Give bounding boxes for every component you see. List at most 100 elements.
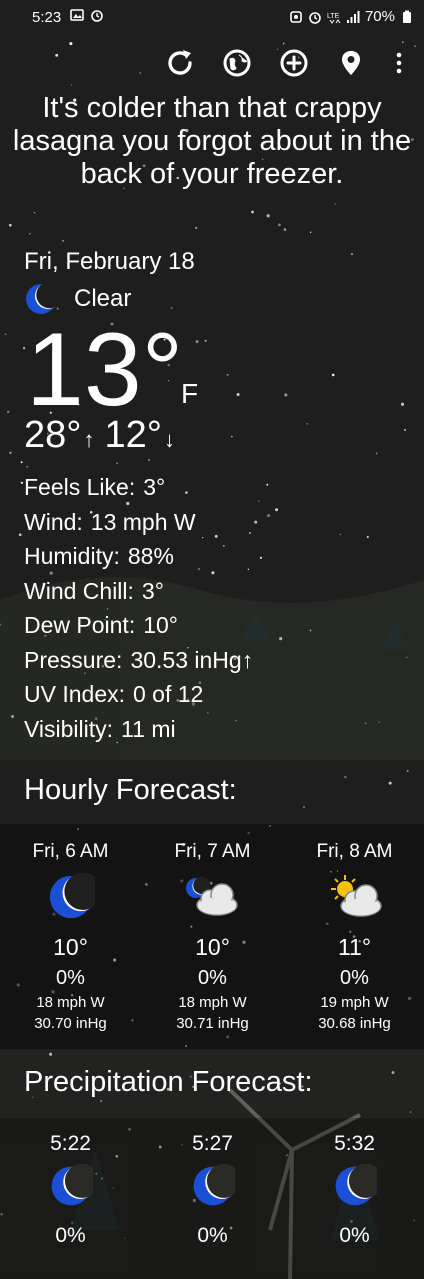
detail-wind: Wind: 13 mph W bbox=[24, 505, 253, 540]
current-temperature: 13° bbox=[26, 312, 184, 428]
detail-label: Humidity: bbox=[24, 543, 120, 569]
moon-icon bbox=[26, 282, 58, 314]
precip-time: 5:32 bbox=[334, 1132, 375, 1155]
moon-icon bbox=[51, 1164, 93, 1206]
star bbox=[309, 231, 312, 233]
detail-pressure: Pressure: 30.53 inHg↑ bbox=[24, 643, 253, 678]
precip-item[interactable]: 5:22 0% bbox=[0, 1118, 141, 1248]
precip-chance: 0% bbox=[55, 1224, 86, 1247]
star bbox=[266, 483, 269, 486]
hourly-forecast-list[interactable]: Fri, 6 AM 10° 0% 18 mph W 30.70 inHg Fri… bbox=[0, 824, 424, 1049]
detail-value: 3° bbox=[143, 474, 166, 500]
precip-item[interactable]: 5:32 0% bbox=[284, 1118, 424, 1248]
detail-value: 88% bbox=[127, 543, 174, 569]
detail-dew-point: Dew Point: 10° bbox=[24, 608, 253, 643]
star bbox=[195, 340, 199, 344]
high-arrow: ↑ bbox=[83, 427, 95, 452]
star bbox=[20, 481, 24, 484]
star bbox=[366, 535, 369, 539]
star bbox=[29, 233, 31, 235]
overflow-menu-button[interactable] bbox=[382, 44, 416, 82]
precip-item[interactable]: 5:27 0% bbox=[142, 1118, 283, 1248]
star bbox=[251, 210, 254, 214]
hourly-time: Fri, 7 AM bbox=[174, 841, 251, 862]
battery-percent: 70% bbox=[364, 8, 395, 25]
detail-label: Visibility: bbox=[24, 715, 114, 742]
add-location-button[interactable] bbox=[275, 44, 313, 82]
precip-chance: 0% bbox=[197, 1224, 228, 1247]
star bbox=[26, 465, 29, 468]
detail-label: Wind Chill: bbox=[24, 577, 134, 604]
moon-icon bbox=[193, 1164, 235, 1206]
star bbox=[375, 452, 378, 455]
gallery-notification-icon bbox=[70, 9, 84, 21]
star bbox=[116, 462, 119, 465]
temperature-unit: F bbox=[181, 378, 199, 409]
detail-humidity: Humidity: 88% bbox=[24, 539, 253, 574]
lte-icon: LTE bbox=[327, 13, 341, 24]
weather-headline: It's colder than that crappy lasagna you… bbox=[12, 92, 412, 190]
star bbox=[18, 533, 22, 537]
add-circle-icon bbox=[280, 49, 308, 77]
hourly-item[interactable]: Fri, 7 AM 10° 0% 18 mph W 30.71 inHg bbox=[142, 824, 283, 1032]
precipitation-forecast-list[interactable]: 5:22 0% 5:27 0% 5:32 0% bbox=[0, 1118, 424, 1279]
star bbox=[8, 223, 12, 227]
refresh-icon bbox=[168, 50, 192, 75]
refresh-button[interactable] bbox=[161, 44, 199, 82]
low-temp: 12° bbox=[104, 414, 162, 456]
hourly-precip: 0% bbox=[56, 967, 85, 989]
detail-value: 10° bbox=[143, 612, 178, 638]
star bbox=[4, 333, 7, 336]
star bbox=[344, 775, 347, 779]
map-button[interactable] bbox=[218, 44, 256, 82]
detail-visibility: Visibility: 11 mi bbox=[24, 712, 253, 747]
toolbar bbox=[160, 44, 424, 84]
star bbox=[283, 228, 287, 231]
star bbox=[236, 393, 240, 396]
precipitation-forecast-title: Precipitation Forecast: bbox=[24, 1066, 313, 1098]
detail-value: 13 mph W bbox=[90, 508, 196, 535]
star bbox=[266, 214, 270, 218]
star bbox=[6, 410, 10, 414]
svg-text:LTE: LTE bbox=[327, 13, 340, 20]
detail-label: Pressure: bbox=[24, 646, 123, 673]
detail-uv-index: UV Index: 0 of 12 bbox=[24, 677, 253, 712]
detail-label: Feels Like: bbox=[24, 474, 136, 500]
star bbox=[278, 223, 281, 227]
moon-icon bbox=[49, 873, 95, 919]
precip-chance: 0% bbox=[339, 1224, 370, 1247]
battery-icon bbox=[403, 10, 411, 23]
detail-value: 30.53 inHg↑ bbox=[130, 646, 254, 673]
hourly-pressure: 30.71 inHg bbox=[176, 1015, 249, 1032]
detail-label: UV Index: bbox=[24, 681, 125, 707]
precip-time: 5:27 bbox=[192, 1132, 233, 1155]
star bbox=[259, 556, 263, 559]
hourly-wind: 18 mph W bbox=[36, 994, 105, 1011]
low-arrow: ↓ bbox=[163, 427, 175, 452]
star bbox=[226, 373, 229, 376]
star bbox=[351, 253, 353, 256]
moon-icon bbox=[335, 1164, 377, 1206]
sun-cloud-icon bbox=[330, 875, 382, 917]
star bbox=[284, 393, 288, 397]
star bbox=[388, 781, 392, 785]
detail-feels-like: Feels Like: 3° bbox=[24, 470, 253, 505]
current-date: Fri, February 18 bbox=[24, 248, 195, 275]
star bbox=[20, 461, 23, 464]
hourly-wind: 18 mph W bbox=[178, 994, 247, 1011]
detail-value: 3° bbox=[141, 577, 164, 604]
hourly-time: Fri, 6 AM bbox=[32, 841, 109, 862]
hourly-pressure: 30.68 inHg bbox=[318, 1015, 391, 1032]
detail-label: Wind: bbox=[24, 508, 83, 535]
star bbox=[69, 42, 73, 46]
hourly-item[interactable]: Fri, 8 AM 11° 0% 19 mph W 30.68 inHg bbox=[284, 824, 424, 1032]
star bbox=[139, 72, 141, 74]
star bbox=[306, 423, 308, 425]
location-button[interactable] bbox=[332, 44, 370, 82]
moon-cloud-icon bbox=[185, 876, 238, 916]
star bbox=[9, 451, 12, 455]
hourly-item[interactable]: Fri, 6 AM 10° 0% 18 mph W 30.70 inHg bbox=[0, 824, 141, 1032]
more-vert-icon bbox=[396, 52, 402, 74]
star bbox=[258, 500, 260, 502]
location-pin-icon bbox=[342, 51, 360, 75]
